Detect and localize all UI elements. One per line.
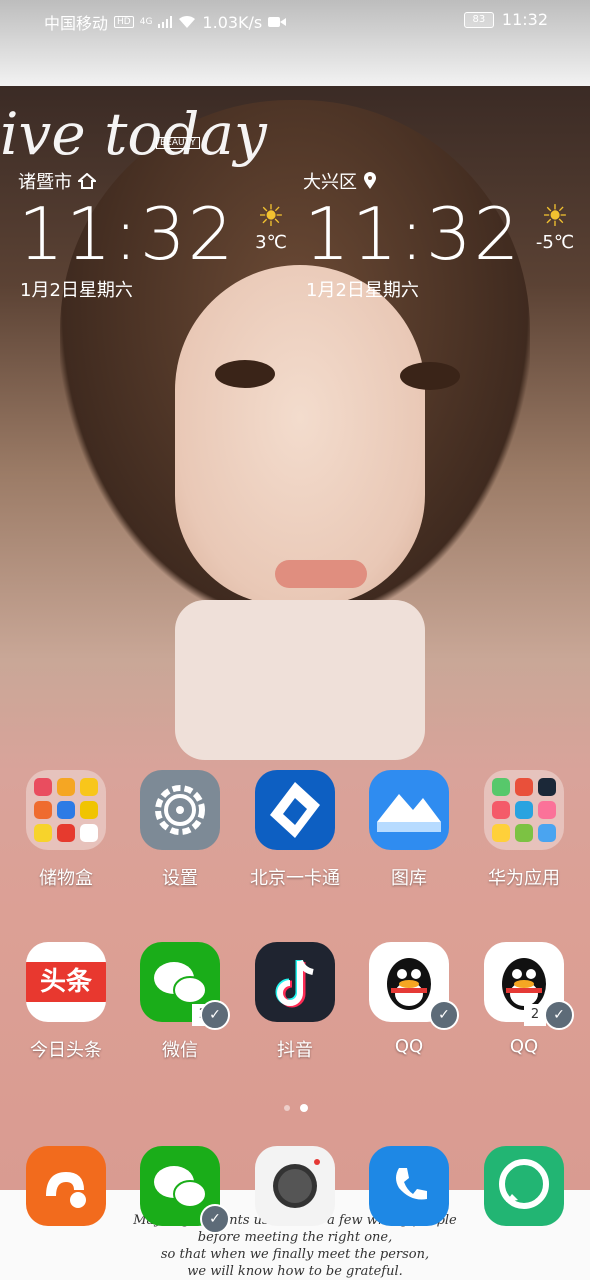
dock-app-wechat[interactable]: ✓ xyxy=(125,1146,235,1234)
hd-icon: HD xyxy=(114,16,134,28)
location-pin-icon xyxy=(364,172,376,189)
quote-line: before meeting the right one, xyxy=(197,1230,393,1245)
status-bar: 中国移动 HD 4G 1.03K/s 83 11:32 xyxy=(0,0,590,42)
weather-right: ☀ -5℃ xyxy=(530,199,580,254)
app-wechat-clone[interactable]: 2 ✓ 微信 xyxy=(125,942,235,1062)
folder-storage-box[interactable]: 储物盒 xyxy=(11,770,121,890)
city-right: 大兴区 xyxy=(303,168,377,194)
gallery-icon xyxy=(369,770,449,850)
quote-line: so that when we finally meet the person, xyxy=(160,1247,430,1262)
toutiao-icon: 头条 xyxy=(26,942,106,1022)
video-record-icon xyxy=(268,17,287,27)
shield-check-icon: ✓ xyxy=(200,1204,230,1234)
dock-app-camera[interactable] xyxy=(240,1146,350,1226)
city-name: 诸暨市 xyxy=(18,172,72,193)
app-label: 微信 xyxy=(162,1040,198,1061)
page-dot-active[interactable] xyxy=(300,1104,308,1112)
network-type: 4G xyxy=(139,17,153,27)
dock-app-phone[interactable] xyxy=(354,1146,464,1226)
app-label: 今日头条 xyxy=(30,1040,102,1061)
page-indicator[interactable] xyxy=(284,1104,308,1112)
city-left: 诸暨市 xyxy=(18,168,96,194)
quote-line: we will know how to be grateful. xyxy=(187,1264,403,1279)
city-name: 大兴区 xyxy=(303,172,357,193)
app-qq-clone[interactable]: 2 ✓ QQ xyxy=(469,942,579,1057)
clock-time-left: 11:32 xyxy=(18,192,236,276)
sun-icon: ☀ xyxy=(257,199,285,234)
app-label: 储物盒 xyxy=(39,868,93,889)
shield-check-icon: ✓ xyxy=(544,1000,574,1030)
clock-time-right: 11:32 xyxy=(304,192,522,276)
app-label: 北京一卡通 xyxy=(250,868,340,889)
dock-app-uc-browser[interactable] xyxy=(11,1146,121,1226)
app-qq[interactable]: ✓ QQ xyxy=(354,942,464,1057)
sun-icon: ☀ xyxy=(541,199,569,234)
message-bubble-icon xyxy=(484,1146,564,1226)
app-gallery[interactable]: 图库 xyxy=(354,770,464,890)
temperature-right: -5℃ xyxy=(535,232,575,253)
battery-icon: 83 xyxy=(463,11,494,28)
camera-icon xyxy=(255,1146,335,1226)
signal-icon xyxy=(158,16,173,28)
carrier-name: 中国移动 xyxy=(44,14,109,33)
network-speed: 1.03K/s xyxy=(202,12,263,32)
app-settings[interactable]: 设置 xyxy=(125,770,235,890)
shield-check-icon: ✓ xyxy=(429,1000,459,1030)
weather-left: ☀ 3℃ xyxy=(246,199,296,254)
app-douyin[interactable]: 抖音 xyxy=(240,942,350,1062)
app-label: 华为应用 xyxy=(488,868,560,889)
app-toutiao[interactable]: 头条 今日头条 xyxy=(11,942,121,1062)
beijing-card-icon xyxy=(255,770,335,850)
page-dot[interactable] xyxy=(284,1105,290,1111)
folder-icon xyxy=(26,770,106,850)
app-label: 设置 xyxy=(162,868,198,889)
temperature-left: 3℃ xyxy=(255,232,287,253)
dock-app-messages[interactable] xyxy=(469,1146,579,1226)
toutiao-icon-text: 头条 xyxy=(26,962,106,1002)
phone-icon xyxy=(369,1146,449,1226)
app-beijing-card[interactable]: 北京一卡通 xyxy=(240,770,350,890)
date-left: 1月2日星期六 xyxy=(20,280,133,301)
status-time: 11:32 xyxy=(501,10,548,29)
folder-huawei-apps[interactable]: 华为应用 xyxy=(469,770,579,890)
app-label: QQ xyxy=(509,1036,539,1057)
clone-badge-number: 2 xyxy=(524,1004,546,1026)
wallpaper-script-text: ive today xyxy=(0,100,267,168)
app-label: 图库 xyxy=(391,868,427,889)
uc-browser-icon xyxy=(26,1146,106,1226)
folder-icon xyxy=(484,770,564,850)
gear-icon xyxy=(140,770,220,850)
app-label: 抖音 xyxy=(277,1040,313,1061)
shield-check-icon: ✓ xyxy=(200,1000,230,1030)
date-right: 1月2日星期六 xyxy=(306,280,419,301)
home-icon xyxy=(78,173,96,189)
douyin-icon xyxy=(255,942,335,1022)
app-label: QQ xyxy=(394,1036,424,1057)
wallpaper-brand-tag: BEAUTY xyxy=(156,137,200,149)
wifi-icon xyxy=(179,15,196,28)
